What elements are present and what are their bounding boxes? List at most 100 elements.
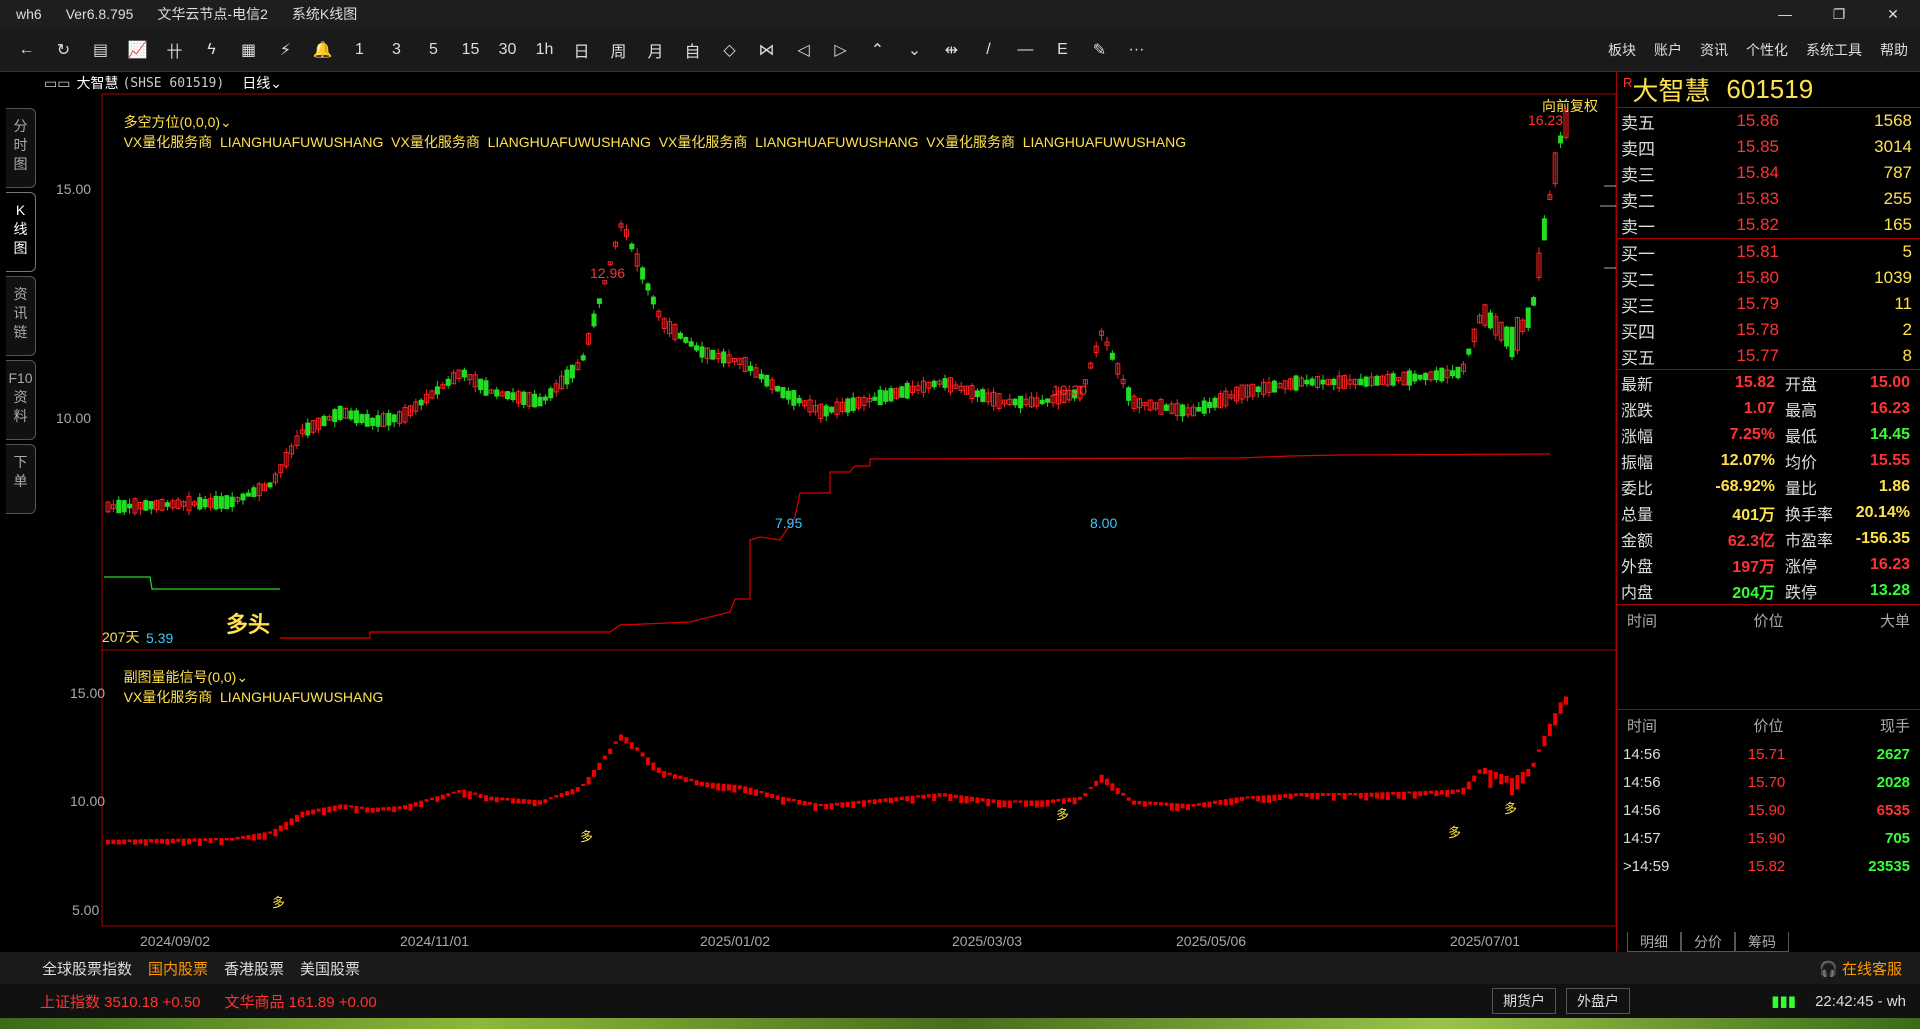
sub-candle: [273, 828, 278, 837]
candle: [785, 390, 791, 400]
candle: [116, 499, 122, 514]
sub-candle: [300, 811, 305, 818]
asks-row[interactable]: 卖一 15.82 165: [1617, 212, 1920, 238]
menu-item-2[interactable]: 资讯: [1700, 40, 1728, 60]
asks-row[interactable]: 卖五 15.86 1568: [1617, 108, 1920, 134]
toolbar-button-0[interactable]: ←: [8, 28, 45, 72]
candle: [386, 412, 392, 426]
toolbar-button-26[interactable]: /: [970, 28, 1007, 72]
tab-order[interactable]: 下 单: [6, 444, 36, 514]
asks-row[interactable]: 卖四 15.85 3014: [1617, 134, 1920, 160]
toolbar-button-3[interactable]: 📈: [119, 28, 156, 72]
kline-chart[interactable]: 15.00 10.00 15.00 10.00 5.00 2024/09/02 …: [40, 72, 1616, 952]
decorative-banner: [0, 1018, 1920, 1029]
sub-candle: [192, 838, 197, 842]
period-select[interactable]: 日线: [242, 73, 270, 93]
bids-row[interactable]: 买四 15.78 2: [1617, 317, 1920, 343]
asks-row[interactable]: 卖三 15.84 787: [1617, 160, 1920, 186]
candle: [202, 498, 208, 508]
toolbar-button-22[interactable]: ▷: [822, 28, 859, 72]
toolbar-button-21[interactable]: ◁: [785, 28, 822, 72]
chevron-down-icon[interactable]: ⌄: [236, 669, 248, 685]
online-service-link[interactable]: 🎧 在线客服: [1819, 958, 1902, 979]
adjust-mode[interactable]: 向前复权: [1542, 96, 1598, 116]
toolbar-button-29[interactable]: ✎: [1081, 28, 1118, 72]
quote-tab-1[interactable]: 分价: [1681, 932, 1735, 952]
tab-news-chain[interactable]: 资 讯 链: [6, 276, 36, 356]
toolbar-button-20[interactable]: ⋈: [748, 28, 785, 72]
bids-row[interactable]: 买二 15.80 1039: [1617, 265, 1920, 291]
sub-candle: [943, 793, 947, 797]
toolbar-button-15[interactable]: 日: [563, 28, 600, 72]
bids-row[interactable]: 买三 15.79 11: [1617, 291, 1920, 317]
stat-value: 14.45: [1869, 426, 1910, 443]
bids-row[interactable]: 买五 15.77 8: [1617, 343, 1920, 369]
toolbar-button-14[interactable]: 1h: [526, 28, 563, 72]
toolbar-button-28[interactable]: E: [1044, 28, 1081, 72]
tab-intraday[interactable]: 分 时 图: [6, 108, 36, 188]
toolbar-button-25[interactable]: ⇹: [933, 28, 970, 72]
xtick-6: 2025/07/01: [1450, 933, 1520, 949]
sub-candle: [430, 797, 434, 800]
toolbar-button-27[interactable]: —: [1007, 28, 1044, 72]
toolbar-button-19[interactable]: ◇: [711, 28, 748, 72]
quote-panel: R 大智慧 601519 卖五 15.86 1568 卖四 15.85 3014 卖三 15.…: [1616, 72, 1920, 952]
tab-f10[interactable]: F10 资 料: [6, 360, 36, 440]
toolbar-button-16[interactable]: 周: [600, 28, 637, 72]
toolbar-button-12[interactable]: 15: [452, 28, 489, 72]
market-tab-2[interactable]: 香港股票: [216, 958, 292, 979]
toolbar-button-13[interactable]: 30: [489, 28, 526, 72]
toolbar-button-18[interactable]: 自: [674, 28, 711, 72]
sub-candle: [575, 787, 580, 792]
asks-row[interactable]: 卖二 15.83 255: [1617, 186, 1920, 212]
sub-candle: [187, 838, 191, 845]
bids-row[interactable]: 买一 15.81 5: [1617, 239, 1920, 265]
book-price: 15.80: [1736, 268, 1779, 287]
futures-account-button[interactable]: 期货户: [1492, 988, 1556, 1014]
menu-item-0[interactable]: 板块: [1608, 40, 1636, 60]
toolbar-button-9[interactable]: 1: [341, 28, 378, 72]
restore-icon[interactable]: ❐: [1812, 0, 1866, 28]
tab-kline[interactable]: K 线 图: [6, 192, 36, 272]
toolbar-button-10[interactable]: 3: [378, 28, 415, 72]
toolbar-button-8[interactable]: 🔔: [304, 28, 341, 72]
candle: [710, 349, 716, 360]
chart-svg[interactable]: 15.00 10.00 15.00 10.00 5.00 2024/09/02 …: [40, 72, 1616, 952]
sub-indicator-name[interactable]: 副图量能信号(0,0): [124, 669, 237, 685]
chevron-down-icon[interactable]: ⌄: [220, 114, 232, 130]
toolbar-button-6[interactable]: ▦: [230, 28, 267, 72]
toolbar-button-23[interactable]: ⌃: [859, 28, 896, 72]
toolbar-button-11[interactable]: 5: [415, 28, 452, 72]
market-tab-1[interactable]: 国内股票: [140, 958, 216, 979]
toolbar-button-4[interactable]: 卄: [156, 28, 193, 72]
toolbar-button-1[interactable]: ↻: [45, 28, 82, 72]
candle: [537, 396, 543, 407]
market-tab-0[interactable]: 全球股票指数: [34, 958, 140, 979]
quote-tab-0[interactable]: 明细: [1627, 932, 1681, 952]
stat-label: 内盘: [1621, 585, 1654, 602]
candle: [332, 409, 338, 423]
toolbar-button-2[interactable]: ▤: [82, 28, 119, 72]
candle: [775, 385, 781, 392]
sub-candle: [1099, 774, 1104, 783]
chevron-down-icon[interactable]: ⌄: [270, 75, 282, 92]
toolbar-button-5[interactable]: ϟ: [193, 28, 230, 72]
menu-item-1[interactable]: 账户: [1654, 40, 1682, 60]
main-indicator-name[interactable]: 多空方位(0,0,0): [124, 114, 220, 130]
stat-label: 最高: [1785, 403, 1818, 420]
menu-icon[interactable]: ▭▭: [44, 75, 70, 92]
menu-item-3[interactable]: 个性化: [1746, 40, 1788, 60]
close-icon[interactable]: ✕: [1866, 0, 1920, 28]
sub-candle: [208, 838, 213, 843]
toolbar-button-17[interactable]: 月: [637, 28, 674, 72]
foreign-account-button[interactable]: 外盘户: [1566, 988, 1630, 1014]
quote-tab-2[interactable]: 筹码: [1735, 932, 1789, 952]
toolbar-button-24[interactable]: ⌄: [896, 28, 933, 72]
market-tab-3[interactable]: 美国股票: [292, 958, 368, 979]
menu-item-4[interactable]: 系统工具: [1806, 40, 1862, 60]
sub-candle: [937, 793, 942, 797]
toolbar-button-7[interactable]: ⚡: [267, 28, 304, 72]
menu-item-5[interactable]: 帮助: [1880, 40, 1908, 60]
minimize-icon[interactable]: —: [1758, 0, 1812, 28]
toolbar-button-30[interactable]: ···: [1118, 28, 1155, 72]
